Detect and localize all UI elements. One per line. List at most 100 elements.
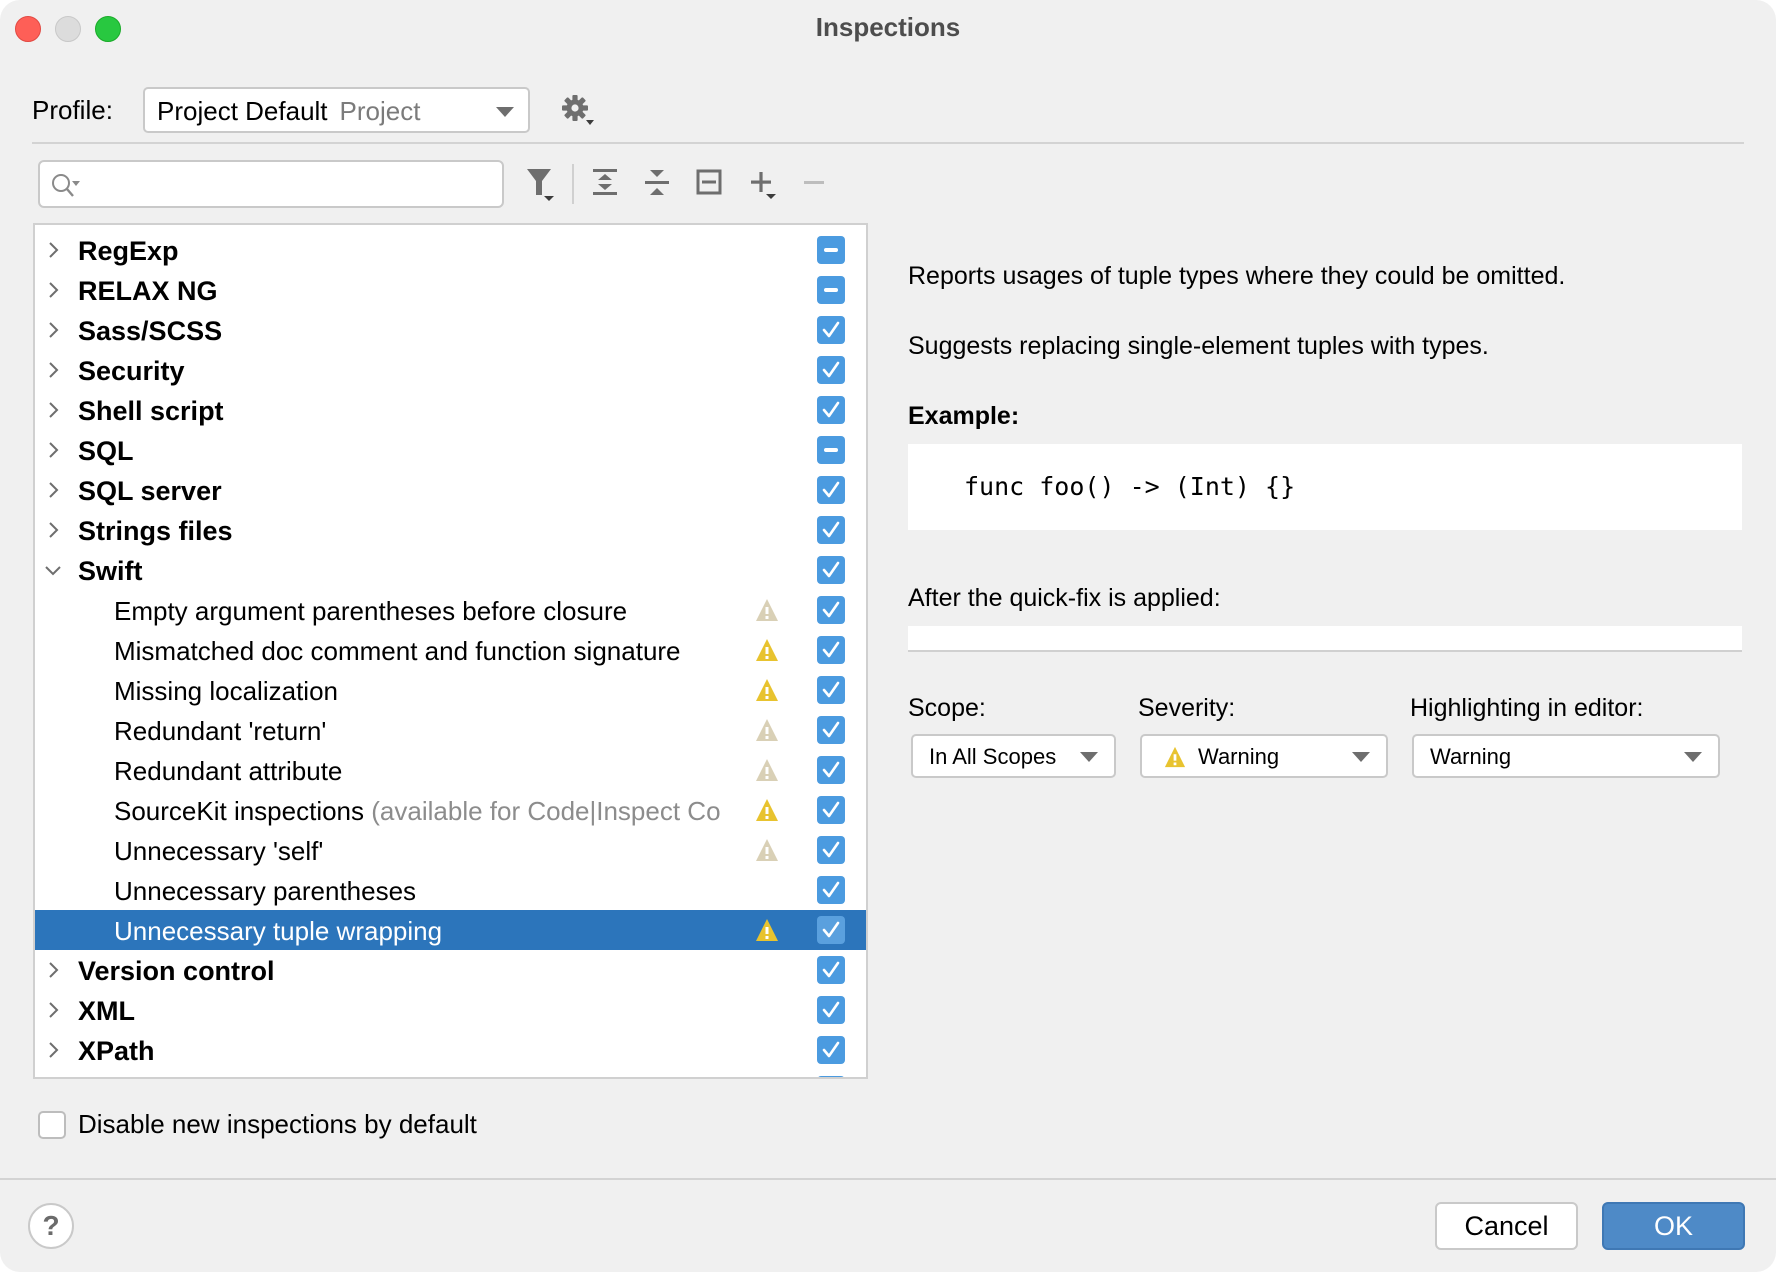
tree-group-row[interactable]: Strings files xyxy=(35,510,866,550)
inspection-name: XPath xyxy=(78,1036,155,1066)
ok-button[interactable]: OK xyxy=(1602,1202,1745,1250)
cancel-button[interactable]: Cancel xyxy=(1435,1202,1578,1250)
chevron-right-icon[interactable] xyxy=(43,960,63,980)
chevron-right-icon[interactable] xyxy=(43,480,63,500)
chevron-right-icon[interactable] xyxy=(43,320,63,340)
tree-group-row[interactable]: XML xyxy=(35,990,866,1030)
tree-group-row[interactable]: SQL server xyxy=(35,470,866,510)
search-field[interactable] xyxy=(90,166,490,202)
description-text-2: Suggests replacing single-element tuples… xyxy=(908,332,1489,360)
reset-to-empty-icon[interactable] xyxy=(691,165,729,203)
checkbox-checked[interactable] xyxy=(817,556,845,584)
tree-inspection-row[interactable]: Empty argument parentheses before closur… xyxy=(35,590,866,630)
search-input[interactable] xyxy=(38,160,504,208)
inspection-name: Unnecessary tuple wrapping xyxy=(114,916,443,946)
checkbox-checked[interactable] xyxy=(817,596,845,624)
tree-group-row[interactable]: XPath xyxy=(35,1030,866,1070)
checkmark-icon xyxy=(822,521,840,538)
weak-warning-icon xyxy=(756,839,778,861)
checkbox-checked[interactable] xyxy=(817,676,845,704)
checkmark-icon xyxy=(822,561,840,578)
tree-row-label: XPath xyxy=(78,1036,155,1067)
inspection-name: Missing localization xyxy=(114,676,338,706)
inspection-name: SourceKit inspections xyxy=(114,796,365,826)
inspection-name: Strings files xyxy=(78,516,233,546)
tree-inspection-row[interactable]: Redundant 'return' xyxy=(35,710,866,750)
severity-dropdown[interactable]: Warning xyxy=(1140,734,1388,778)
profile-scope: Project xyxy=(339,96,421,126)
description-text: Reports usages of tuple types where they… xyxy=(908,262,1566,290)
highlighting-dropdown[interactable]: Warning xyxy=(1412,734,1720,778)
tree-group-row[interactable]: Shell script xyxy=(35,390,866,430)
checkbox-checked[interactable] xyxy=(817,876,845,904)
tree-inspection-row[interactable]: Mismatched doc comment and function sign… xyxy=(35,630,866,670)
inspection-name: Redundant attribute xyxy=(114,756,343,786)
checkbox-partial[interactable] xyxy=(817,276,845,304)
chevron-right-icon[interactable] xyxy=(43,240,63,260)
filter-icon[interactable] xyxy=(524,165,562,203)
checkbox-checked[interactable] xyxy=(817,916,845,944)
checkbox-checked[interactable] xyxy=(817,756,845,784)
checkbox-checked[interactable] xyxy=(817,476,845,504)
checkbox-checked[interactable] xyxy=(817,956,845,984)
checkmark-icon xyxy=(822,801,840,818)
tree-inspection-row[interactable]: Unnecessary tuple wrapping xyxy=(35,910,866,950)
tree-row-label: Missing localization xyxy=(114,676,338,707)
checkbox-checked[interactable] xyxy=(817,796,845,824)
chevron-right-icon[interactable] xyxy=(43,1040,63,1060)
chevron-down-icon[interactable] xyxy=(43,560,63,580)
checkbox-checked[interactable] xyxy=(817,356,845,384)
disable-new-inspections-checkbox[interactable] xyxy=(38,1111,66,1139)
chevron-right-icon[interactable] xyxy=(43,360,63,380)
expand-all-icon[interactable] xyxy=(587,165,625,203)
disable-new-inspections-label[interactable]: Disable new inspections by default xyxy=(78,1109,477,1140)
checkbox-checked[interactable] xyxy=(817,836,845,864)
tree-inspection-row[interactable]: Unnecessary 'self' xyxy=(35,830,866,870)
chevron-right-icon[interactable] xyxy=(43,520,63,540)
gear-icon[interactable] xyxy=(561,94,595,128)
chevron-right-icon[interactable] xyxy=(43,280,63,300)
example-heading: Example: xyxy=(908,402,1020,430)
checkmark-icon xyxy=(822,401,840,418)
checkbox-checked[interactable] xyxy=(817,316,845,344)
tree-group-row[interactable]: RELAX NG xyxy=(35,270,866,310)
inspection-name: Shell script xyxy=(78,396,224,426)
tree-row-label: Swift xyxy=(78,556,143,587)
add-icon[interactable] xyxy=(744,165,782,203)
tree-group-row[interactable]: Security xyxy=(35,350,866,390)
checkbox-partial[interactable] xyxy=(817,236,845,264)
tree-inspection-row[interactable]: Unnecessary parentheses xyxy=(35,870,866,910)
inspections-dialog: Inspections Profile: Project Default Proj… xyxy=(0,0,1776,1272)
checkbox-checked[interactable] xyxy=(817,636,845,664)
checkbox-checked[interactable] xyxy=(817,716,845,744)
tree-group-row[interactable]: Sass/SCSS xyxy=(35,310,866,350)
checkbox-checked[interactable] xyxy=(817,1076,845,1077)
checkbox-checked[interactable] xyxy=(817,516,845,544)
chevron-right-icon[interactable] xyxy=(43,400,63,420)
checkmark-icon xyxy=(822,721,840,738)
tree-inspection-row[interactable]: SourceKit inspections (available for Cod… xyxy=(35,790,866,830)
weak-warning-icon xyxy=(756,599,778,621)
tree-inspection-row[interactable]: Missing localization xyxy=(35,670,866,710)
profile-dropdown[interactable]: Project Default Project xyxy=(143,87,530,133)
tree-group-row[interactable]: SQL xyxy=(35,430,866,470)
checkbox-checked[interactable] xyxy=(817,1036,845,1064)
tree-row-label: RELAX NG xyxy=(78,276,218,307)
warning-icon xyxy=(756,679,778,701)
help-button[interactable]: ? xyxy=(28,1203,74,1249)
tree-group-row[interactable]: RegExp xyxy=(35,230,866,270)
warning-icon xyxy=(756,919,778,941)
tree-inspection-row[interactable]: Redundant attribute xyxy=(35,750,866,790)
tree-group-row[interactable]: Version control xyxy=(35,950,866,990)
chevron-right-icon[interactable] xyxy=(43,440,63,460)
checkmark-icon xyxy=(822,921,840,938)
inspection-name: Mismatched doc comment and function sign… xyxy=(114,636,681,666)
checkbox-checked[interactable] xyxy=(817,996,845,1024)
scope-dropdown[interactable]: In All Scopes xyxy=(911,734,1116,778)
checkbox-partial[interactable] xyxy=(817,436,845,464)
tree-group-row[interactable]: Swift xyxy=(35,550,866,590)
checkbox-checked[interactable] xyxy=(817,396,845,424)
chevron-right-icon[interactable] xyxy=(43,1000,63,1020)
tree-row-label: Mismatched doc comment and function sign… xyxy=(114,636,681,667)
collapse-all-icon[interactable] xyxy=(639,165,677,203)
